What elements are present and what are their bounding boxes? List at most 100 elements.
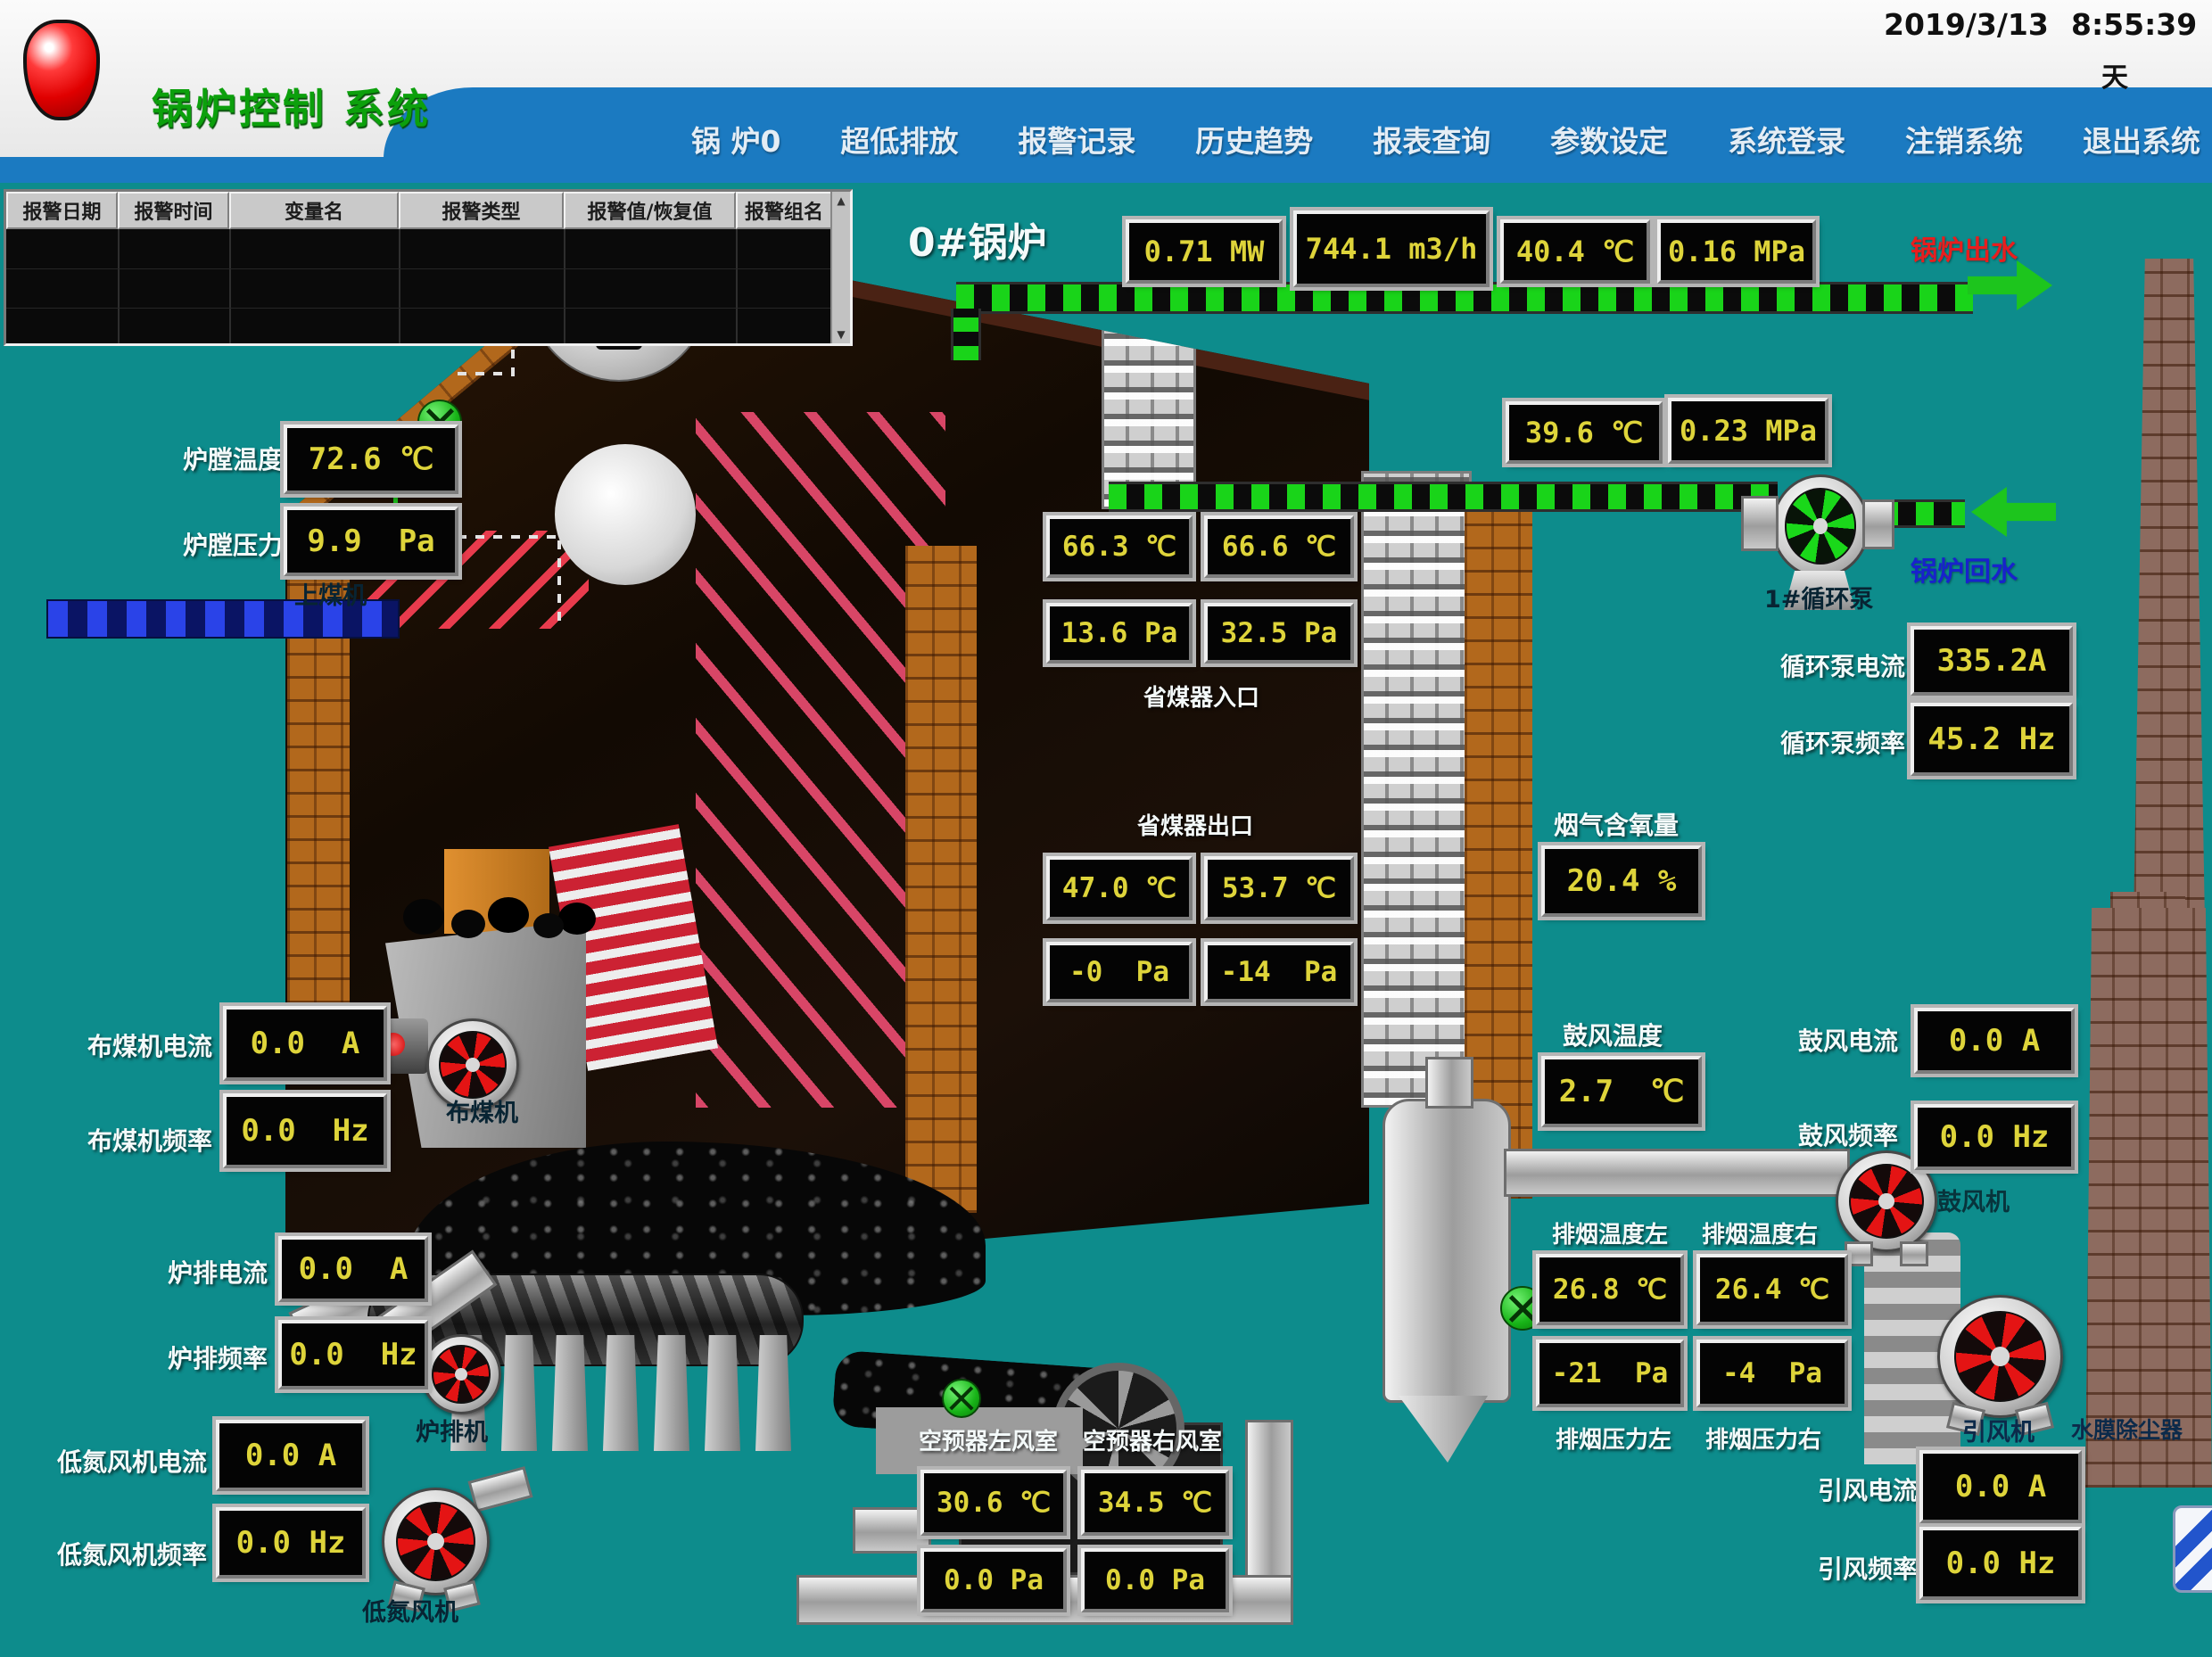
instrument-line <box>557 535 561 621</box>
power-display: 0.71 MW <box>1126 219 1283 284</box>
exhaust-pres-right-display: -4 Pa <box>1696 1340 1848 1407</box>
fan-impeller-icon <box>1954 1311 2047 1402</box>
eco-inlet-label: 省煤器入口 <box>1143 680 1259 713</box>
alarm-row-line <box>6 308 832 309</box>
grate-pier <box>654 1335 689 1451</box>
outlet-pipe-drop <box>951 309 981 360</box>
idfan-current-label: 引风电流 <box>1818 1472 1918 1507</box>
coal-loader-label: 上煤机 <box>294 576 367 611</box>
logo-badge <box>2173 1505 2212 1593</box>
grate-current-display: 0.0 A <box>278 1236 428 1302</box>
fan-leg <box>1900 1241 1928 1266</box>
blower-current-label: 鼓风电流 <box>1798 1022 1898 1058</box>
scroll-up-icon[interactable]: ▲ <box>832 192 850 210</box>
menu-history-trend[interactable]: 历史趋势 <box>1195 118 1313 161</box>
alarm-grid-line <box>229 229 231 343</box>
grate-drive-fan[interactable] <box>421 1334 501 1414</box>
valve-icon[interactable] <box>942 1379 981 1418</box>
outlet-temp-display: 40.4 ℃ <box>1500 219 1650 284</box>
blower-freq-label: 鼓风频率 <box>1798 1117 1898 1152</box>
alarm-col-group[interactable]: 报警组名 <box>736 192 832 229</box>
app-title: 锅炉控制 系统 <box>152 77 431 136</box>
grate-pier <box>705 1335 740 1451</box>
superheater-platen <box>1102 293 1196 509</box>
menu-report-query[interactable]: 报表查询 <box>1373 118 1490 161</box>
dust-tower-right <box>2085 908 2212 1488</box>
preheater-left-stub <box>853 1507 931 1554</box>
preheater-right-temp: 34.5 ℃ <box>1081 1470 1229 1536</box>
grate-freq-display: 0.0 Hz <box>278 1320 428 1389</box>
alarm-col-type[interactable]: 报警类型 <box>399 192 564 229</box>
right-wall-brick <box>905 546 977 1213</box>
furnace-temp-display: 72.6 ℃ <box>284 425 458 494</box>
exhaust-pres-left-label: 排烟压力左 <box>1556 1422 1671 1455</box>
menu-parameter-setting[interactable]: 参数设定 <box>1550 118 1668 161</box>
menu-exit[interactable]: 退出系统 <box>2083 118 2200 161</box>
return-water-label: 锅炉回水 <box>1911 549 2018 589</box>
grate-pier <box>603 1335 639 1451</box>
blower-duct <box>1504 1149 1850 1197</box>
fan-leg <box>1845 1241 1873 1266</box>
outlet-water-label: 锅炉出水 <box>1911 228 2018 268</box>
menu-logout[interactable]: 注销系统 <box>1905 118 2023 161</box>
dust-collector-label: 水膜除尘器 <box>2071 1413 2183 1445</box>
circ-pump-freq-label: 循环泵频率 <box>1780 724 1905 760</box>
fan-impeller-icon <box>396 1502 475 1581</box>
idfan-name-label: 引风机 <box>1962 1413 2035 1447</box>
induced-draft-fan[interactable] <box>1937 1295 2063 1418</box>
main-menu: 锅 炉0 超低排放 报警记录 历史趋势 报表查询 参数设定 系统登录 注销系统 … <box>691 112 2200 166</box>
distributor-freq-display: 0.0 Hz <box>223 1093 387 1168</box>
header-time: 8:55:39 <box>2071 7 2197 42</box>
circulation-pump[interactable] <box>1771 474 1869 578</box>
lownox-name-label: 低氮风机 <box>362 1593 458 1628</box>
eco-outlet-temp1: 47.0 ℃ <box>1046 856 1193 920</box>
alarm-row-line <box>6 268 832 269</box>
idfan-freq-label: 引风频率 <box>1818 1550 1918 1586</box>
flow-display: 744.1 m3/h <box>1293 210 1490 287</box>
exhaust-temp-left-label: 排烟温度左 <box>1552 1216 1668 1249</box>
lownox-current-display: 0.0 A <box>216 1420 366 1491</box>
instrument-line <box>458 372 511 375</box>
fan-impeller-icon <box>1849 1164 1924 1239</box>
instrument-line <box>458 535 561 539</box>
exhaust-temp-left-display: 26.8 ℃ <box>1536 1254 1684 1325</box>
menu-alarm-record[interactable]: 报警记录 <box>1018 118 1135 161</box>
header-date: 2019/3/13 <box>1884 7 2049 42</box>
grate-pier <box>552 1335 588 1451</box>
alarm-table[interactable]: 报警日期 报警时间 变量名 报警类型 报警值/恢复值 报警组名 ▲ ▼ <box>4 189 853 346</box>
menu-boiler0[interactable]: 锅 炉0 <box>691 118 780 161</box>
menu-system-login[interactable]: 系统登录 <box>1728 118 1845 161</box>
blower-temp-display: 2.7 ℃ <box>1541 1056 1702 1127</box>
idfan-freq-display: 0.0 Hz <box>1919 1527 2082 1600</box>
alarm-col-value[interactable]: 报警值/恢复值 <box>564 192 736 229</box>
return-temp-display: 39.6 ℃ <box>1506 401 1663 464</box>
scroll-down-icon[interactable]: ▼ <box>832 326 850 343</box>
dust-collector-cone <box>1399 1396 1488 1463</box>
preheater-left-temp: 30.6 ℃ <box>920 1470 1067 1536</box>
distributor-name-label: 布煤机 <box>446 1093 518 1128</box>
circ-pump-current-display: 335.2A <box>1911 626 2073 696</box>
alarm-col-variable[interactable]: 变量名 <box>229 192 399 229</box>
alarm-col-date[interactable]: 报警日期 <box>6 192 118 229</box>
alarm-grid-line <box>399 229 400 343</box>
chimney-tall <box>2134 259 2205 923</box>
alarm-grid-line <box>118 229 120 343</box>
alarm-col-time[interactable]: 报警时间 <box>118 192 229 229</box>
distributor-current-display: 0.0 A <box>223 1006 387 1081</box>
o2-label: 烟气含氧量 <box>1554 806 1679 842</box>
distributor-freq-label: 布煤机频率 <box>87 1122 212 1158</box>
alarm-scrollbar[interactable]: ▲ ▼ <box>830 192 850 343</box>
eco-inlet-temp2: 66.6 ℃ <box>1204 515 1354 578</box>
header-weekday: 天 <box>2101 55 2128 95</box>
exhaust-temp-right-label: 排烟温度右 <box>1702 1216 1818 1249</box>
fan-impeller-icon <box>432 1345 491 1404</box>
o2-display: 20.4 % <box>1541 845 1702 917</box>
menu-emission[interactable]: 超低排放 <box>840 118 958 161</box>
exhaust-pres-right-label: 排烟压力右 <box>1705 1422 1821 1455</box>
preheater-right-pres: 0.0 Pa <box>1081 1548 1229 1612</box>
circ-pump-name-label: 1#循环泵 <box>1764 580 1873 614</box>
boiler-name: 0#锅炉 <box>908 210 1046 268</box>
pump-flange-left <box>1741 496 1779 551</box>
furnace-pressure-label: 炉膛压力 <box>183 526 283 562</box>
low-nox-fan[interactable] <box>382 1488 490 1595</box>
